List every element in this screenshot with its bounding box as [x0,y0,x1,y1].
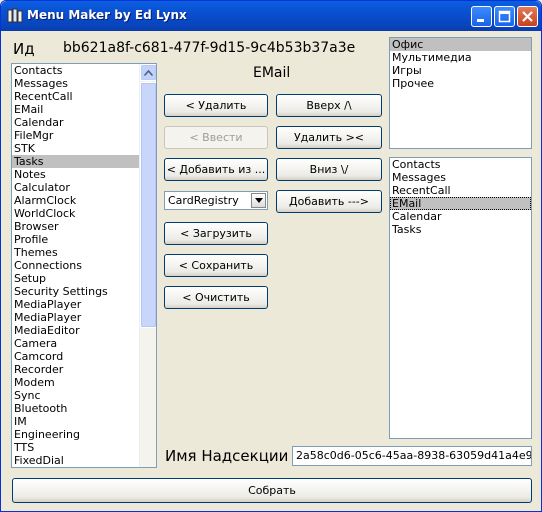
scroll-up-button[interactable] [140,64,156,81]
menu-item[interactable]: MediaPlayer [12,298,140,311]
menu-item[interactable]: STK [12,142,140,155]
menu-item[interactable]: MediaPlayer [12,311,140,324]
scroll-thumb[interactable] [140,82,156,328]
dropdown-arrow-icon [254,198,263,203]
section-item[interactable]: Офис [390,38,531,51]
parent-section-field[interactable]: 2a58c0d6-05c6-45aa-8938-63059d41a4e9 [292,446,532,466]
delete-left-button[interactable]: < Удалить [164,94,268,117]
minimize-icon [477,19,484,22]
parent-section-label: Имя Надсекции [165,447,289,465]
id-label: Ид [13,40,35,58]
menu-item[interactable]: Setup [12,272,140,285]
current-item-label: EMail [253,65,291,81]
add-right-button[interactable]: Добавить ---> [276,190,382,213]
menu-item[interactable]: TTS [12,441,140,454]
section-item[interactable]: Игры [390,64,531,77]
menu-item[interactable]: IM [12,415,140,428]
section-entry[interactable]: Contacts [390,158,531,171]
menu-item[interactable]: Bluetooth [12,402,140,415]
menu-item[interactable]: Engineering [12,428,140,441]
minimize-button[interactable] [471,6,492,27]
client-area: Ид bb621a8f-c681-477f-9d15-9c4b53b37a3e … [5,31,537,509]
menu-item[interactable]: Recorder [12,363,140,376]
maximize-button[interactable] [494,6,515,27]
section-entry[interactable]: EMail [390,197,531,210]
menu-item[interactable]: Messages [12,77,140,90]
save-button[interactable]: < Сохранить [164,254,268,277]
section-entry[interactable]: Messages [390,171,531,184]
menu-item[interactable]: MediaEditor [12,324,140,337]
menu-item[interactable]: Contacts [12,64,140,77]
menu-item[interactable]: Connections [12,259,140,272]
menu-item[interactable]: Camcord [12,350,140,363]
app-icon [7,8,23,23]
menu-item[interactable]: Modem [12,376,140,389]
window-title: Menu Maker by Ed Lynx [27,8,187,22]
scroll-up-arrow-icon [144,69,153,76]
maximize-icon [498,10,511,23]
section-entry[interactable]: Calendar [390,210,531,223]
menu-item[interactable]: Tasks [12,155,140,168]
section-item[interactable]: Мультимедиа [390,51,531,64]
menu-item[interactable]: AlarmClock [12,194,140,207]
sections-list[interactable]: Офис Мультимедиа Игры Прочее [389,37,532,149]
menu-item[interactable]: Notes [12,168,140,181]
menu-item[interactable]: Themes [12,246,140,259]
left-list-scrollbar[interactable] [139,64,156,467]
close-button[interactable] [517,6,538,27]
section-entry[interactable]: Tasks [390,223,531,236]
id-value: bb621a8f-c681-477f-9d15-9c4b53b37a3e [63,40,356,56]
menu-item[interactable]: Calculator [12,181,140,194]
section-entry[interactable]: RecentCall [390,184,531,197]
build-button[interactable]: Собрать [12,478,532,503]
source-combo-value: CardRegistry [168,194,239,207]
menu-item[interactable]: FixedDial [12,454,140,467]
enter-button[interactable]: < Ввести [164,126,268,149]
clear-button[interactable]: < Очистить [164,286,268,309]
menu-item[interactable]: Browser [12,220,140,233]
menu-item[interactable]: WorldClock [12,207,140,220]
close-icon [522,11,533,22]
app-window: Menu Maker by Ed Lynx Ид bb621a8f-c681-4… [0,0,542,512]
move-up-button[interactable]: Вверх /\ [276,94,382,117]
add-from-button[interactable]: < Добавить из ... [164,158,268,181]
menu-item[interactable]: Security Settings [12,285,140,298]
menu-item[interactable]: EMail [12,103,140,116]
menu-item[interactable]: RecentCall [12,90,140,103]
source-combo[interactable]: CardRegistry [164,191,268,210]
menu-items: Contacts Messages RecentCall EMail Calendar F… [12,64,140,467]
delete-right-button[interactable]: Удалить >< [276,126,382,149]
menu-item[interactable]: Profile [12,233,140,246]
source-combo-dropdown[interactable] [251,193,266,208]
section-items-list[interactable]: Contacts Messages RecentCall EMail Calendar T… [389,157,532,439]
menu-item[interactable]: Sync [12,389,140,402]
section-item[interactable]: Прочее [390,77,531,90]
sections-items: Офис Мультимедиа Игры Прочее [390,38,531,90]
load-button[interactable]: < Загрузить [164,222,268,245]
menu-item[interactable]: Camera [12,337,140,350]
section-items: Contacts Messages RecentCall EMail Calendar T… [390,158,531,236]
menu-items-list[interactable]: Contacts Messages RecentCall EMail Calendar F… [11,63,157,468]
menu-item[interactable]: FileMgr [12,129,140,142]
title-bar[interactable]: Menu Maker by Ed Lynx [1,1,541,31]
move-down-button[interactable]: Вниз \/ [276,158,382,181]
menu-item[interactable]: Calendar [12,116,140,129]
